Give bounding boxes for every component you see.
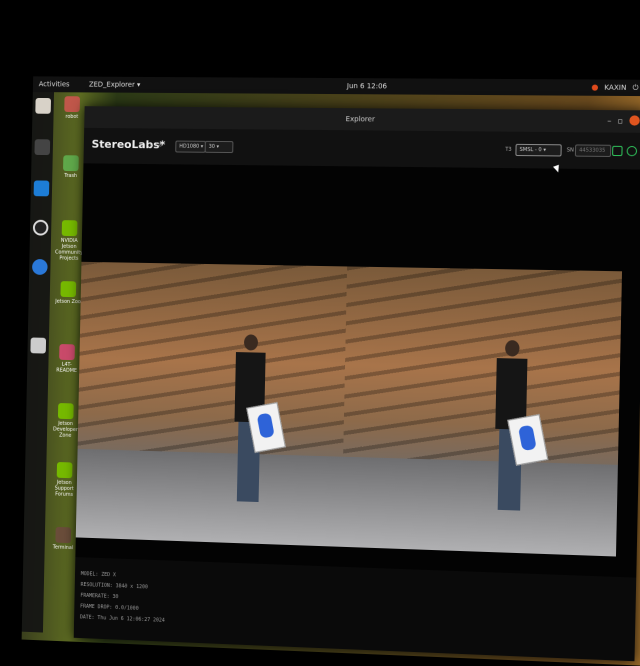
- clock[interactable]: Jun 6 12:06: [347, 82, 387, 90]
- nvidia-icon: [60, 281, 76, 297]
- settings-icon[interactable]: [627, 146, 638, 156]
- window-title: Explorer: [346, 115, 375, 123]
- desktop-icon-l4t-readme[interactable]: L4T-README: [52, 344, 82, 374]
- desktop-icon-jetson-forums[interactable]: Jetson Support Forums: [50, 462, 80, 498]
- terminal-icon: [55, 527, 71, 543]
- fps-select[interactable]: 30 ▾: [205, 141, 234, 153]
- robot-folder-icon: [64, 96, 80, 112]
- info-line-date: DATE: Thu Jun 6 12:06:27 2024: [80, 612, 165, 626]
- desktop-icon-terminal[interactable]: Terminal: [48, 527, 77, 552]
- disks-icon[interactable]: [30, 337, 46, 353]
- camera-label: T3: [505, 147, 512, 153]
- activities-button[interactable]: Activities: [39, 80, 70, 88]
- nvidia-icon: [58, 403, 74, 419]
- screen: Activities ZED_Explorer ▾ Jun 6 12:06 KA…: [1, 0, 640, 653]
- vscode-icon[interactable]: [34, 180, 50, 196]
- system-tray[interactable]: KAXIN ⏻: [592, 83, 639, 92]
- nvidia-icon: [62, 220, 78, 236]
- camera-info-panel: MODEL: ZED X RESOLUTION: 3840 x 1200 FRA…: [80, 569, 166, 627]
- record-icon[interactable]: [612, 146, 623, 156]
- right-camera-view: [341, 266, 622, 556]
- readme-icon: [59, 344, 75, 360]
- desktop-icon-trash[interactable]: Trash: [56, 155, 85, 179]
- close-icon[interactable]: [629, 115, 640, 125]
- desktop-icon-jetson-zoo[interactable]: Jetson Zoo: [54, 281, 83, 305]
- chromium-icon[interactable]: [32, 259, 48, 275]
- tray-label[interactable]: KAXIN: [604, 84, 626, 92]
- desktop-icon-nvidia-community[interactable]: NVIDIA Jetson Community Projects: [54, 220, 84, 262]
- serial-field[interactable]: 44533035: [575, 144, 611, 157]
- left-camera-view: [76, 262, 347, 547]
- explorer-window: Explorer – ▫ StereoLabs* v 7.8 HD1080 ▾ …: [74, 106, 640, 661]
- update-icon[interactable]: [592, 85, 598, 91]
- app-menu[interactable]: ZED_Explorer ▾: [89, 81, 141, 89]
- trash-icon: [63, 155, 79, 171]
- camera-select[interactable]: SMSL - 0 ▾: [515, 144, 561, 157]
- stereo-viewer: [75, 163, 640, 577]
- maximize-icon[interactable]: ▫: [617, 116, 623, 125]
- nvidia-icon: [57, 462, 73, 478]
- files-icon[interactable]: [35, 98, 51, 114]
- window-controls: – ▫: [607, 115, 640, 125]
- version-label: v 7.8: [150, 142, 162, 148]
- desktop-icon-jetson-dev[interactable]: Jetson Developer Zone: [51, 403, 81, 439]
- terminal-icon[interactable]: [34, 139, 50, 155]
- power-icon[interactable]: ⏻: [633, 83, 639, 92]
- stereo-image: [76, 262, 622, 557]
- desktop-icon-robot[interactable]: robot: [57, 96, 86, 120]
- resolution-select[interactable]: HD1080 ▾: [175, 141, 206, 153]
- serial-label: SN: [567, 147, 574, 153]
- obs-icon[interactable]: [33, 220, 49, 236]
- minimize-icon[interactable]: –: [607, 116, 611, 125]
